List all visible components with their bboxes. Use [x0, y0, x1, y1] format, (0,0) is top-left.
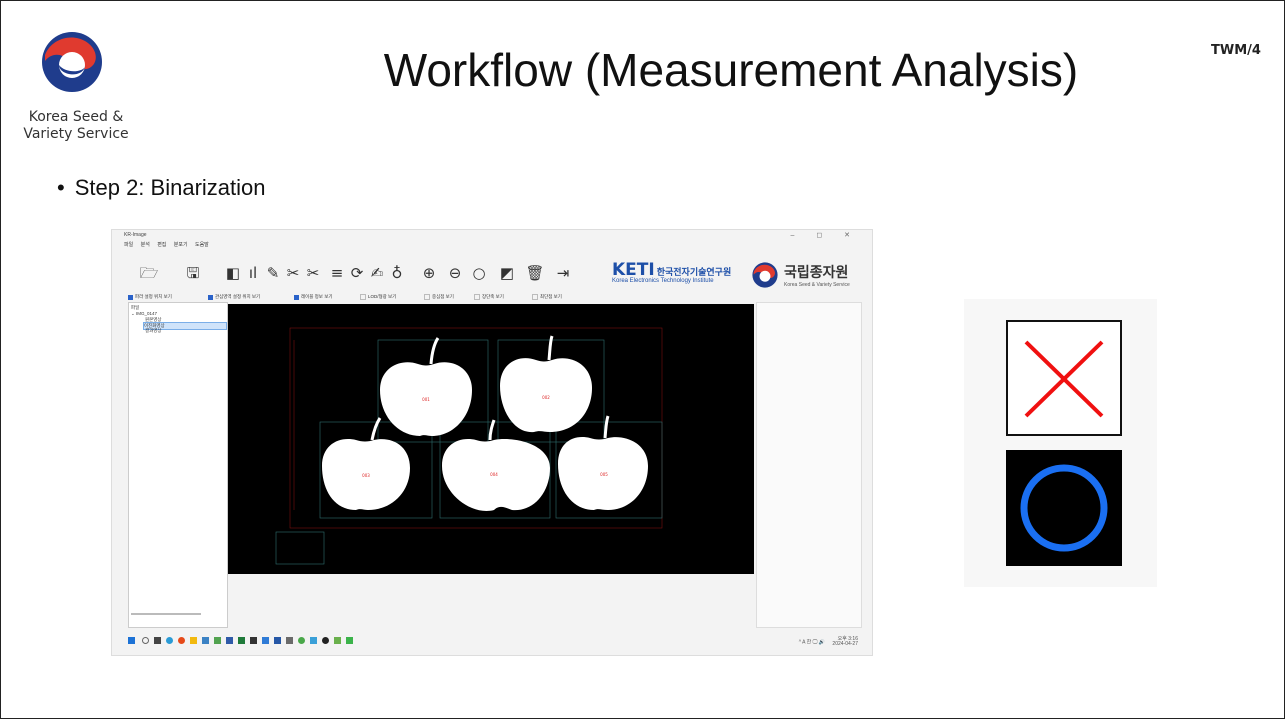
slide: Korea Seed & Variety Service Workflow (M…	[0, 0, 1285, 719]
keti-mark: KETI	[612, 260, 655, 280]
bullet-text: Step 2: Binarization	[74, 175, 266, 200]
logo-caption: Korea Seed & Variety Service	[21, 109, 131, 143]
bullet-step: • Step 2: Binarization	[57, 175, 265, 201]
bullet-marker: •	[57, 175, 65, 200]
tree-scrollbar[interactable]	[131, 613, 201, 615]
windows-taskbar: ^ A 한 🖵 🔊 오후 3:16 2024-04-27	[124, 634, 864, 648]
checkbox-5[interactable]: 중심점 보기	[424, 294, 454, 300]
checkbox-4[interactable]: LOD/형광 보기	[360, 294, 396, 300]
system-tray[interactable]: ^ A 한 🖵 🔊 오후 3:16 2024-04-27	[799, 637, 858, 647]
binarize-icon[interactable]: ◧	[222, 262, 244, 284]
zoom-out-icon[interactable]: ⊖	[444, 262, 466, 284]
menu-item-analysis[interactable]: 분석	[141, 242, 150, 248]
scissors-icon[interactable]: ✂	[282, 262, 304, 284]
x-mark-icon	[1024, 340, 1104, 418]
app-icon[interactable]	[334, 637, 341, 644]
exit-icon[interactable]: ⇥	[552, 262, 574, 284]
window-controls[interactable]: – ◻ ✕	[791, 231, 860, 239]
properties-pane	[756, 302, 862, 628]
file-tree: 파일 ⌄ IMG_0147 원본영상 이진화영상 결과영상	[128, 302, 228, 628]
histogram-icon[interactable]: ıl	[242, 262, 264, 284]
document-code: TWM/4	[1211, 43, 1261, 58]
kseed-korean: 국립종자원	[784, 264, 849, 280]
edge-icon[interactable]	[166, 637, 173, 644]
filter-icon[interactable]: ≡	[326, 262, 348, 284]
slide-title: Workflow (Measurement Analysis)	[383, 44, 1079, 96]
apple-label: 002	[542, 395, 550, 400]
circle-mark-icon	[1020, 464, 1108, 552]
apple-label: 001	[422, 397, 430, 402]
chrome-icon[interactable]	[178, 637, 185, 644]
checkbox-6[interactable]: 장단축 보기	[474, 294, 504, 300]
scissors-icon-2[interactable]: ✂	[302, 262, 324, 284]
app-icon[interactable]	[238, 637, 245, 644]
kseed-english: Korea Seed & Variety Service	[784, 282, 850, 288]
app-icon[interactable]	[322, 637, 329, 644]
logo-line-2: Variety Service	[23, 126, 129, 142]
search-icon[interactable]: ○	[468, 262, 490, 284]
kseed-logo: 국립종자원 Korea Seed & Variety Service	[752, 260, 872, 292]
app-icon[interactable]	[286, 637, 293, 644]
wrong-box	[1006, 320, 1122, 436]
apple-label: 003	[362, 473, 370, 478]
start-icon[interactable]	[128, 637, 135, 644]
tree-item[interactable]: 결과영상	[145, 328, 162, 334]
menu-item-edit[interactable]: 편집	[157, 242, 166, 248]
app-titlebar: KR-Image – ◻ ✕	[112, 230, 872, 240]
app-window-title: KR-Image	[124, 232, 147, 238]
app-icon[interactable]	[262, 637, 269, 644]
binarized-image: 001 002 003 004 005	[228, 304, 754, 574]
checkbox-2[interactable]: 관심영역 설정 위치 보기	[208, 294, 260, 300]
clock-date: 2024-04-27	[832, 641, 858, 647]
app-icon[interactable]	[274, 637, 281, 644]
color-pick-icon[interactable]: ♁	[386, 262, 408, 284]
zoom-in-icon[interactable]: ⊕	[418, 262, 440, 284]
keti-english: Korea Electronics Technology Institute	[612, 278, 714, 284]
checkbox-1[interactable]: 파라 설정 위치 보기	[128, 294, 172, 300]
korea-seed-small-logo-icon	[752, 262, 778, 288]
apple-label: 004	[490, 472, 498, 477]
menu-item-help[interactable]: 도움말	[195, 242, 209, 248]
app-icon[interactable]	[226, 637, 233, 644]
save-icon[interactable]: 🖫	[182, 262, 204, 284]
rotate-90-icon[interactable]: ⟳	[346, 262, 368, 284]
system-tray-icons: ^ A 한 🖵 🔊	[798, 639, 826, 646]
checkbox-7[interactable]: 최단점 보기	[532, 294, 562, 300]
apple-label: 005	[600, 472, 608, 477]
app-icon[interactable]	[250, 637, 257, 644]
trash-icon[interactable]: 🗑	[524, 262, 546, 284]
app-toolbar: 🗁 🖫 ◧ ıl ✎ ✂ ✂ ≡ ⟳ ✍ ♁ ⊕ ⊖ ○ ◩ 🗑 ⇥ KETI 한…	[124, 254, 864, 294]
checkbox-3[interactable]: 레이블 정보 보기	[294, 294, 332, 300]
app-icon[interactable]	[310, 637, 317, 644]
correct-box	[1006, 450, 1122, 566]
search-icon[interactable]	[142, 637, 149, 644]
explorer-icon[interactable]	[190, 637, 197, 644]
task-view-icon[interactable]	[154, 637, 161, 644]
ruler-icon[interactable]: ✎	[262, 262, 284, 284]
app-icon[interactable]	[346, 637, 353, 644]
tag-icon[interactable]: ◩	[496, 262, 518, 284]
edit-icon[interactable]: ✍	[366, 262, 388, 284]
keti-korean: 한국전자기술연구원	[656, 267, 732, 277]
app-icon[interactable]	[214, 637, 221, 644]
menu-item-file[interactable]: 파일	[124, 242, 133, 248]
open-folder-icon[interactable]: 🗁	[138, 262, 160, 284]
app-menubar: 파일 분석 편집 분포기 도움말	[124, 241, 215, 248]
app-screenshot: KR-Image – ◻ ✕ 파일 분석 편집 분포기 도움말 🗁 🖫 ◧ ıl…	[111, 229, 873, 656]
logo-line-1: Korea Seed &	[28, 109, 124, 125]
menu-item-view[interactable]: 분포기	[174, 242, 188, 248]
app-icon[interactable]	[202, 637, 209, 644]
app-icon[interactable]	[298, 637, 305, 644]
korea-seed-logo-icon	[42, 32, 102, 92]
keti-logo: KETI 한국전자기술연구원 Korea Electronics Technolo…	[612, 260, 742, 292]
